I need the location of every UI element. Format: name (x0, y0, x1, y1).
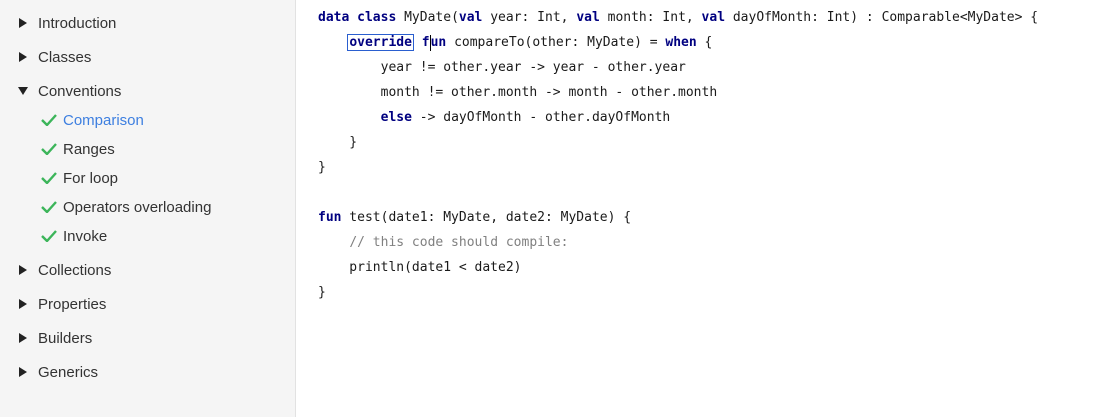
sidebar-subitem-operators-overloading[interactable]: Operators overloading (0, 194, 211, 220)
code-editor[interactable]: data class MyDate(val year: Int, val mon… (318, 5, 1038, 305)
code-token: compareTo(other: MyDate) = (446, 35, 666, 50)
sidebar-subitem-ranges[interactable]: Ranges (0, 136, 115, 162)
sidebar-item-builders[interactable]: Builders (0, 325, 92, 351)
code-keyword: else (380, 110, 412, 125)
code-token: { (696, 35, 713, 50)
code-keyword: data class (318, 10, 397, 25)
code-line[interactable]: override fun compareTo(other: MyDate) = … (318, 30, 1038, 55)
code-line[interactable]: year != other.year -> year - other.year (318, 55, 1038, 80)
sidebar-item-generics[interactable]: Generics (0, 359, 98, 385)
sidebar-item-label: Collections (38, 261, 112, 279)
triangle-right-icon (8, 291, 38, 317)
code-token: } (318, 285, 326, 300)
code-token: } (318, 160, 326, 175)
sidebar-item-introduction[interactable]: Introduction (0, 10, 116, 36)
code-line[interactable]: month != other.month -> month - other.mo… (318, 80, 1038, 105)
triangle-right-icon (8, 359, 38, 385)
sidebar-subitem-label: Comparison (63, 111, 144, 129)
code-token: month != other.month -> month - other.mo… (318, 85, 718, 100)
code-token: MyDate( (396, 10, 459, 25)
sidebar-item-collections[interactable]: Collections (0, 257, 111, 283)
checkmark-icon (41, 107, 61, 133)
checkmark-icon (41, 223, 61, 249)
sidebar-subitem-for-loop[interactable]: For loop (0, 165, 118, 191)
checkmark-icon (41, 136, 61, 162)
code-token: } (318, 135, 358, 150)
sidebar-subitem-label: Invoke (63, 227, 108, 245)
sidebar-item-label: Classes (38, 48, 92, 66)
code-token: println(date1 < date2) (318, 260, 522, 275)
code-line[interactable]: } (318, 155, 1038, 180)
sidebar-item-label: Generics (38, 363, 99, 381)
sidebar-item-classes[interactable]: Classes (0, 44, 91, 70)
code-line[interactable]: } (318, 280, 1038, 305)
triangle-right-icon (8, 325, 38, 351)
sidebar-item-properties[interactable]: Properties (0, 291, 106, 317)
code-token: year: Int, (482, 10, 577, 25)
code-line[interactable]: fun test(date1: MyDate, date2: MyDate) { (318, 205, 1038, 230)
code-line[interactable]: } (318, 130, 1038, 155)
code-token: month: Int, (599, 10, 702, 25)
triangle-right-icon (8, 44, 38, 70)
code-line[interactable] (318, 180, 1038, 205)
code-line[interactable]: else -> dayOfMonth - other.dayOfMonth (318, 105, 1038, 130)
code-keyword: un (430, 35, 447, 50)
sidebar-item-label: Builders (38, 329, 93, 347)
sidebar-item-conventions[interactable]: Conventions (0, 78, 121, 104)
code-keyword: f (413, 35, 430, 50)
sidebar-subitem-label: Operators overloading (63, 198, 212, 216)
code-keyword: fun (318, 210, 342, 225)
code-comment: // this code should compile: (349, 235, 569, 250)
code-keyword: val (701, 10, 726, 25)
sidebar-subitem-label: Ranges (63, 140, 115, 158)
checkmark-icon (41, 165, 61, 191)
code-token: dayOfMonth: Int) : Comparable<MyDate> { (725, 10, 1039, 25)
code-keyword: val (458, 10, 483, 25)
sidebar: Introduction Classes Conventions Compari… (0, 0, 296, 417)
code-line[interactable]: println(date1 < date2) (318, 255, 1038, 280)
sidebar-subitem-comparison[interactable]: Comparison (0, 107, 144, 133)
code-keyword: val (576, 10, 600, 25)
sidebar-item-label: Properties (38, 295, 107, 313)
sidebar-subitem-invoke[interactable]: Invoke (0, 223, 107, 249)
triangle-right-icon (8, 10, 38, 36)
code-token: test(date1: MyDate, date2: MyDate) { (341, 210, 632, 225)
code-line[interactable]: data class MyDate(val year: Int, val mon… (318, 5, 1038, 30)
sidebar-item-label: Introduction (38, 14, 117, 32)
checkmark-icon (41, 194, 61, 220)
code-line[interactable]: // this code should compile: (318, 230, 1038, 255)
code-token: -> dayOfMonth - other.dayOfMonth (411, 110, 671, 125)
sidebar-subitem-label: For loop (63, 169, 119, 187)
triangle-down-icon (8, 78, 38, 104)
sidebar-item-label: Conventions (38, 82, 122, 100)
triangle-right-icon (8, 257, 38, 283)
code-keyword: override (347, 34, 414, 51)
code-keyword: when (665, 35, 697, 50)
code-token: year != other.year -> year - other.year (318, 60, 686, 75)
